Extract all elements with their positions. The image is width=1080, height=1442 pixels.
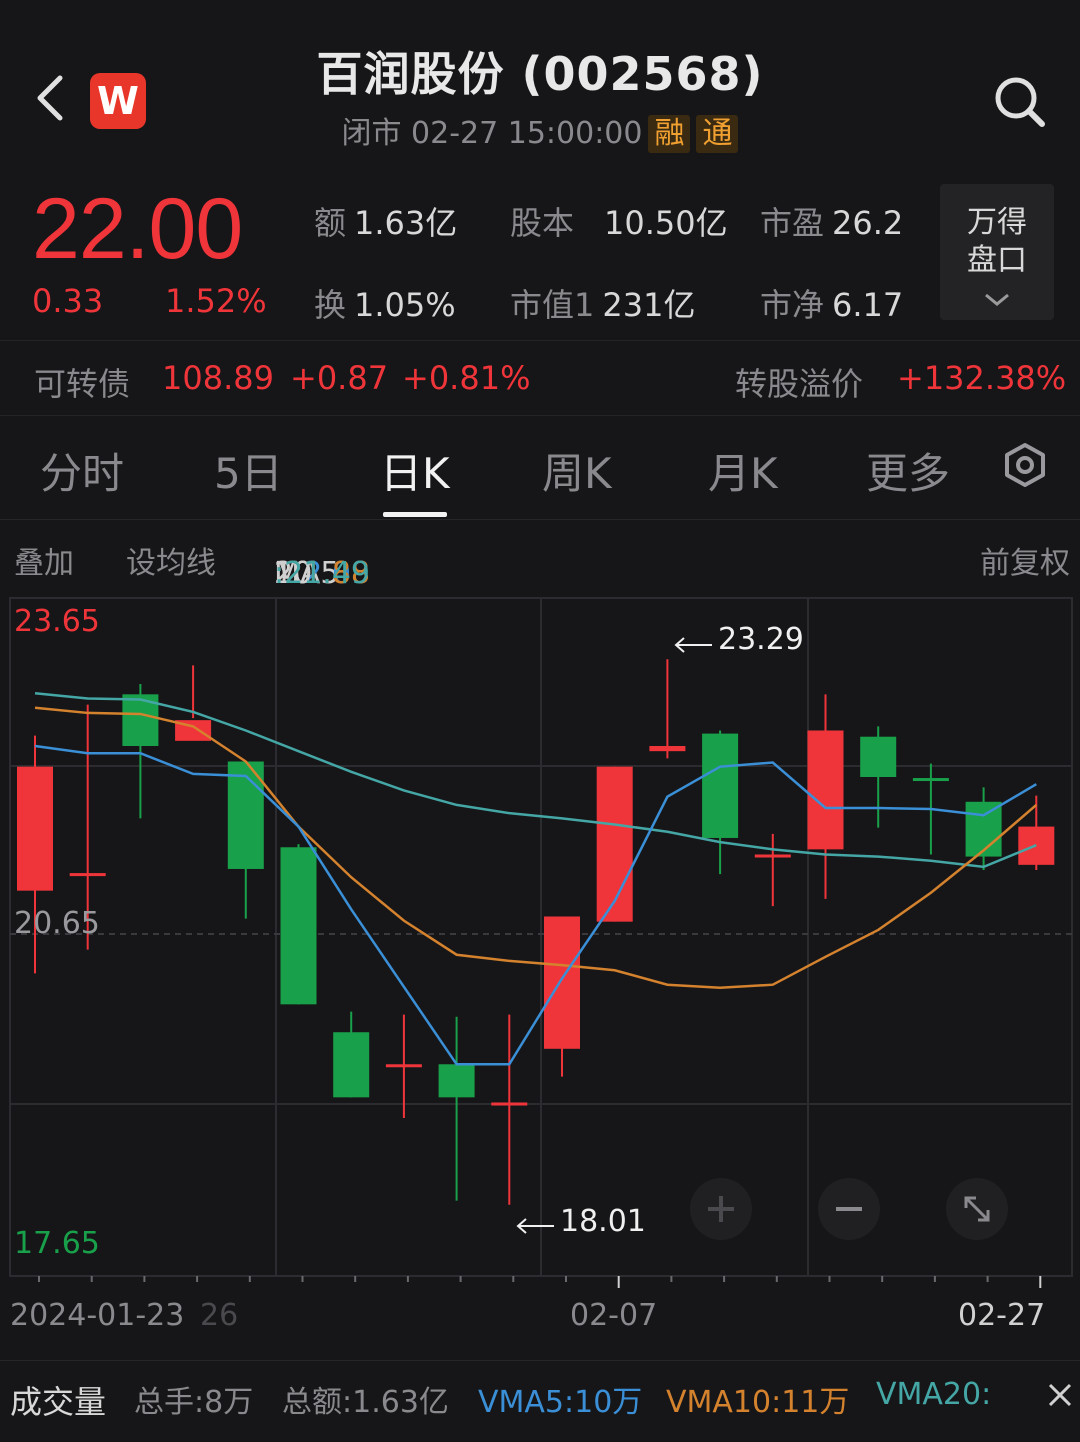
- candle-down: [912, 778, 949, 782]
- stat-mkt-cap: 市值1 231亿: [510, 286, 696, 324]
- tab-weekly-k[interactable]: 周K: [542, 440, 612, 501]
- premium-label: 转股溢价: [735, 365, 864, 403]
- settings-icon[interactable]: [1000, 440, 1050, 490]
- kline-svg: [9, 597, 1073, 1288]
- fullscreen-button[interactable]: [946, 1178, 1008, 1240]
- ma5-line: [34, 744, 1037, 1066]
- kline-chart[interactable]: 23.65 20.65 17.65 2024-01-23 26 02-07 02…: [0, 590, 1080, 1350]
- vma10: VMA10:11万: [666, 1385, 850, 1420]
- x-label-start: 2024-01-23: [10, 1298, 185, 1333]
- ma20-line: [34, 692, 1037, 869]
- stat-amount: 额 1.63亿: [314, 204, 458, 242]
- tab-intraday[interactable]: 分时: [40, 440, 124, 501]
- y-label-mid: 20.65: [14, 906, 100, 941]
- candle-up: [544, 916, 580, 1049]
- wind-label-2: 盘口: [967, 243, 1027, 278]
- stat-share-cap: 股本 10.50亿: [510, 204, 728, 242]
- active-tab-indicator: [383, 512, 447, 517]
- vma5: VMA5:10万: [478, 1385, 643, 1420]
- vma20: VMA20:: [876, 1377, 992, 1412]
- period-tabs: 分时 5日 日K 周K 月K 更多: [0, 416, 1080, 520]
- candle-down: [965, 801, 1002, 857]
- wind-orderbook-button[interactable]: 万得 盘口: [940, 184, 1054, 320]
- market-status: 闭市 02-27 15:00:00 融通: [0, 108, 1080, 153]
- last-price: 22.00: [32, 181, 243, 277]
- candle-down: [280, 847, 317, 1005]
- convertible-bond-row[interactable]: 可转债 108.89 +0.87 +0.81% 转股溢价 +132.38%: [0, 340, 1080, 416]
- tab-more[interactable]: 更多: [866, 440, 950, 501]
- stat-turnover: 换 1.05%: [314, 286, 456, 324]
- tab-daily-k[interactable]: 日K: [380, 440, 450, 501]
- candle-up: [69, 873, 106, 877]
- expand-icon: [964, 1196, 990, 1222]
- volume-legend-row: 成交量 总手:8万 总额:1.63亿 VMA5:10万 VMA10:11万 VM…: [0, 1360, 1080, 1430]
- price-change-pct: 1.52%: [165, 282, 267, 320]
- bond-change: +0.87: [290, 359, 389, 397]
- plus-icon: [708, 1196, 734, 1222]
- price-change: 0.33: [32, 282, 104, 320]
- zoom-in-button[interactable]: [690, 1178, 752, 1240]
- y-label-top: 23.65: [14, 604, 100, 639]
- margin-tag: 融: [648, 115, 691, 153]
- bond-label: 可转债: [34, 365, 131, 403]
- candle-up: [754, 854, 791, 858]
- status-time: 闭市 02-27 15:00:00: [341, 116, 643, 151]
- bond-change-pct: +0.81%: [402, 359, 531, 397]
- volume-label[interactable]: 成交量: [10, 1377, 106, 1423]
- tab-5day[interactable]: 5日: [214, 440, 283, 501]
- x-label-mid: 02-07: [570, 1298, 658, 1333]
- adjust-mode-button[interactable]: 前复权: [980, 538, 1070, 582]
- volume-amount: 总额:1.63亿: [282, 1385, 449, 1420]
- page-title: 百润股份 (002568): [316, 47, 764, 101]
- candle-down: [702, 733, 739, 838]
- header: W 百润股份 (002568) 闭市 02-27 15:00:00 融通: [0, 0, 1080, 170]
- high-annotation: 23.29: [718, 622, 804, 657]
- candle-up: [649, 746, 686, 752]
- search-icon: [995, 77, 1045, 127]
- tab-monthly-k[interactable]: 月K: [708, 440, 778, 501]
- stat-pe: 市盈 26.2: [760, 204, 904, 242]
- x-label-26: 26: [200, 1298, 239, 1333]
- stat-pb: 市净 6.17: [760, 286, 904, 324]
- quote-panel: 22.00 0.33 1.52% 额 1.63亿 股本 10.50亿 市盈 26.2 …: [0, 170, 1080, 340]
- zoom-out-button[interactable]: [818, 1178, 880, 1240]
- candle-down: [438, 1064, 475, 1098]
- connect-tag: 通: [696, 115, 739, 153]
- candle-down: [860, 736, 897, 777]
- bond-price: 108.89: [162, 359, 274, 397]
- close-icon[interactable]: [1046, 1381, 1074, 1409]
- candle-up: [491, 1102, 528, 1106]
- chevron-down-icon: [985, 293, 1009, 306]
- set-ma-button[interactable]: 设均线: [126, 538, 216, 582]
- y-label-bottom: 17.65: [14, 1226, 100, 1261]
- premium-value: +132.38%: [897, 359, 1067, 397]
- candle-down: [333, 1032, 370, 1098]
- minus-icon: [836, 1207, 862, 1211]
- wind-label-1: 万得: [967, 205, 1027, 240]
- volume-hands: 总手:8万: [134, 1385, 254, 1420]
- overlay-button[interactable]: 叠加: [14, 538, 74, 582]
- ma-legend-row: 叠加 设均线 MA5:22.08 10:21.88 20:21.49 前复权: [0, 520, 1080, 592]
- x-label-end: 02-27: [958, 1298, 1046, 1333]
- candle-up: [807, 730, 844, 850]
- candle-up: [17, 766, 53, 891]
- low-annotation: 18.01: [560, 1204, 646, 1239]
- candle-up: [385, 1064, 422, 1068]
- search-button[interactable]: [990, 72, 1050, 132]
